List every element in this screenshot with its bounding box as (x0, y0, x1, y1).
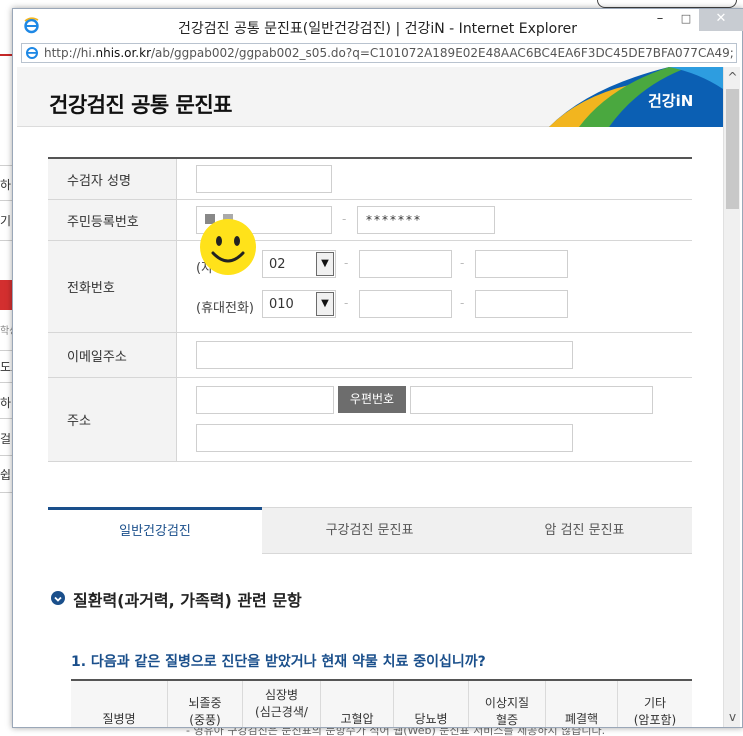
id-number-row: 주민등록번호 - ******* (48, 200, 692, 241)
background-red-line (0, 54, 12, 56)
id-back-input[interactable]: ******* (357, 206, 495, 234)
address-line1-input[interactable] (410, 386, 653, 414)
screen: 하L 기 학상 도호 하L 걸 쉽 - 영유아 구강검진은 문진표의 문항수가 … (0, 0, 743, 736)
id-number-label: 주민등록번호 (48, 200, 177, 240)
url-prefix: http://hi. (44, 46, 96, 60)
address-url: http://hi.nhis.or.kr/ab/ggpab002/ggpab00… (44, 46, 734, 60)
table-header-diabetes: 당뇨병 (394, 681, 469, 727)
tab-general-checkup[interactable]: 일반건강검진 (48, 507, 262, 554)
close-button[interactable]: ✕ (699, 9, 743, 31)
scroll-down-arrow-icon[interactable]: v (724, 707, 741, 727)
tab-cancer-checkup[interactable]: 암 검진 문진표 (477, 507, 692, 554)
vertical-scrollbar[interactable]: ^ v (723, 67, 740, 727)
postcode-input[interactable] (196, 386, 334, 414)
table-header-disease: 질병명 (71, 681, 168, 727)
chevron-down-icon (54, 596, 62, 602)
column-label: 폐결핵 (564, 712, 599, 726)
tab-oral-checkup[interactable]: 구강검진 문진표 (262, 507, 477, 554)
phone-label: 전화번호 (48, 241, 177, 332)
name-row: 수검자 성명 (48, 159, 692, 200)
page-header: 건강검진 공통 문진표 건강iN (17, 67, 723, 127)
chevron-down-icon: ▼ (316, 292, 334, 316)
column-label: 당뇨병 (414, 712, 448, 726)
mobile-middle-input[interactable] (359, 290, 452, 318)
email-label: 이메일주소 (48, 333, 177, 377)
column-label: 질병명 (102, 712, 136, 726)
maximize-button[interactable]: □ (673, 9, 699, 31)
phone-dash: - (344, 256, 349, 270)
column-label: 기타 (암포함) (633, 696, 677, 727)
phone-dash: - (344, 296, 349, 310)
url-path: /ab/ggpab002/ggpab002_s05.do?q=C101072A1… (151, 46, 734, 60)
table-header-dyslipidemia: 이상지질 혈증 (469, 681, 546, 727)
mobile-prefix-select[interactable]: 010 ▼ (262, 290, 336, 318)
table-header-tuberculosis: 폐결핵 (546, 681, 618, 727)
smiley-sticker (200, 219, 256, 275)
minimize-button[interactable]: – (647, 9, 673, 31)
name-label: 수검자 성명 (48, 159, 177, 199)
postcode-button[interactable]: 우편번호 (338, 386, 406, 413)
question-1: 1. 다음과 같은 질병으로 진단을 받았거나 현재 약물 치료 중이십니까? (71, 654, 486, 670)
address-line2-input[interactable] (196, 424, 573, 452)
logo-text: 건강iN (648, 92, 694, 110)
chevron-down-icon: ▼ (316, 252, 334, 276)
address-label: 주소 (48, 378, 177, 461)
page-icon (26, 47, 38, 59)
scrollbar-thumb[interactable] (726, 89, 739, 209)
page-content: 건강검진 공통 문진표 건강iN 수검자 성명 주민등록번호 - *******… (17, 67, 723, 727)
table-header-other: 기타 (암포함) (618, 681, 692, 727)
mobile-phone-label: (휴대전화) (196, 301, 254, 316)
url-domain: nhis.or.kr (95, 46, 151, 60)
name-input[interactable] (196, 165, 332, 193)
chevron-down-circle-icon (51, 591, 65, 605)
window-title: 건강검진 공통 문진표(일반건강검진) | 건강iN - Internet Ex… (177, 21, 578, 37)
table-header-hypertension: 고혈압 (321, 681, 394, 727)
scroll-up-arrow-icon[interactable]: ^ (724, 67, 741, 87)
mobile-last-input[interactable] (475, 290, 568, 318)
personal-info-table: 수검자 성명 주민등록번호 - ******* 전화번호 (자택) 02▼ - (48, 157, 692, 462)
address-bar[interactable]: http://hi.nhis.or.kr/ab/ggpab002/ggpab00… (21, 43, 737, 63)
home-phone-last-input[interactable] (475, 250, 568, 278)
phone-dash: - (460, 256, 465, 270)
phone-dash: - (460, 296, 465, 310)
disease-history-table: 질병명 뇌졸중 (중풍) 심장병 (심근경색/ 고혈압 당뇨병 이상지질 혈증 … (71, 679, 692, 727)
column-label: 이상지질 혈증 (484, 696, 530, 727)
background-corner (597, 0, 737, 8)
section-title: 질환력(과거력, 가족력) 관련 문항 (73, 591, 302, 610)
id-dash: - (342, 212, 347, 226)
page-title: 건강검진 공통 문진표 (49, 93, 233, 117)
column-label: 고혈압 (340, 712, 374, 726)
phone-row: 전화번호 (자택) 02▼ - - (휴대전화) 010▼ - - (48, 241, 692, 333)
column-label: 심장병 (심근경색/ (255, 688, 308, 719)
home-phone-middle-input[interactable] (359, 250, 452, 278)
health-in-logo (549, 67, 723, 127)
email-input[interactable] (196, 341, 573, 369)
table-header-stroke: 뇌졸중 (중풍) (168, 681, 243, 727)
email-row: 이메일주소 (48, 333, 692, 378)
home-area-select[interactable]: 02 ▼ (262, 250, 336, 278)
mobile-prefix-value: 010 (269, 297, 294, 312)
column-label: 뇌졸중 (중풍) (188, 696, 222, 727)
home-area-value: 02 (269, 257, 286, 272)
title-bar[interactable]: 건강검진 공통 문진표(일반건강검진) | 건강iN - Internet Ex… (13, 9, 743, 43)
table-header-heart: 심장병 (심근경색/ (243, 681, 321, 727)
ie-popup-window: 건강검진 공통 문진표(일반건강검진) | 건강iN - Internet Ex… (12, 8, 743, 728)
questionnaire-tabs: 일반건강검진 구강검진 문진표 암 검진 문진표 (48, 507, 692, 554)
address-row: 주소 우편번호 (48, 378, 692, 462)
